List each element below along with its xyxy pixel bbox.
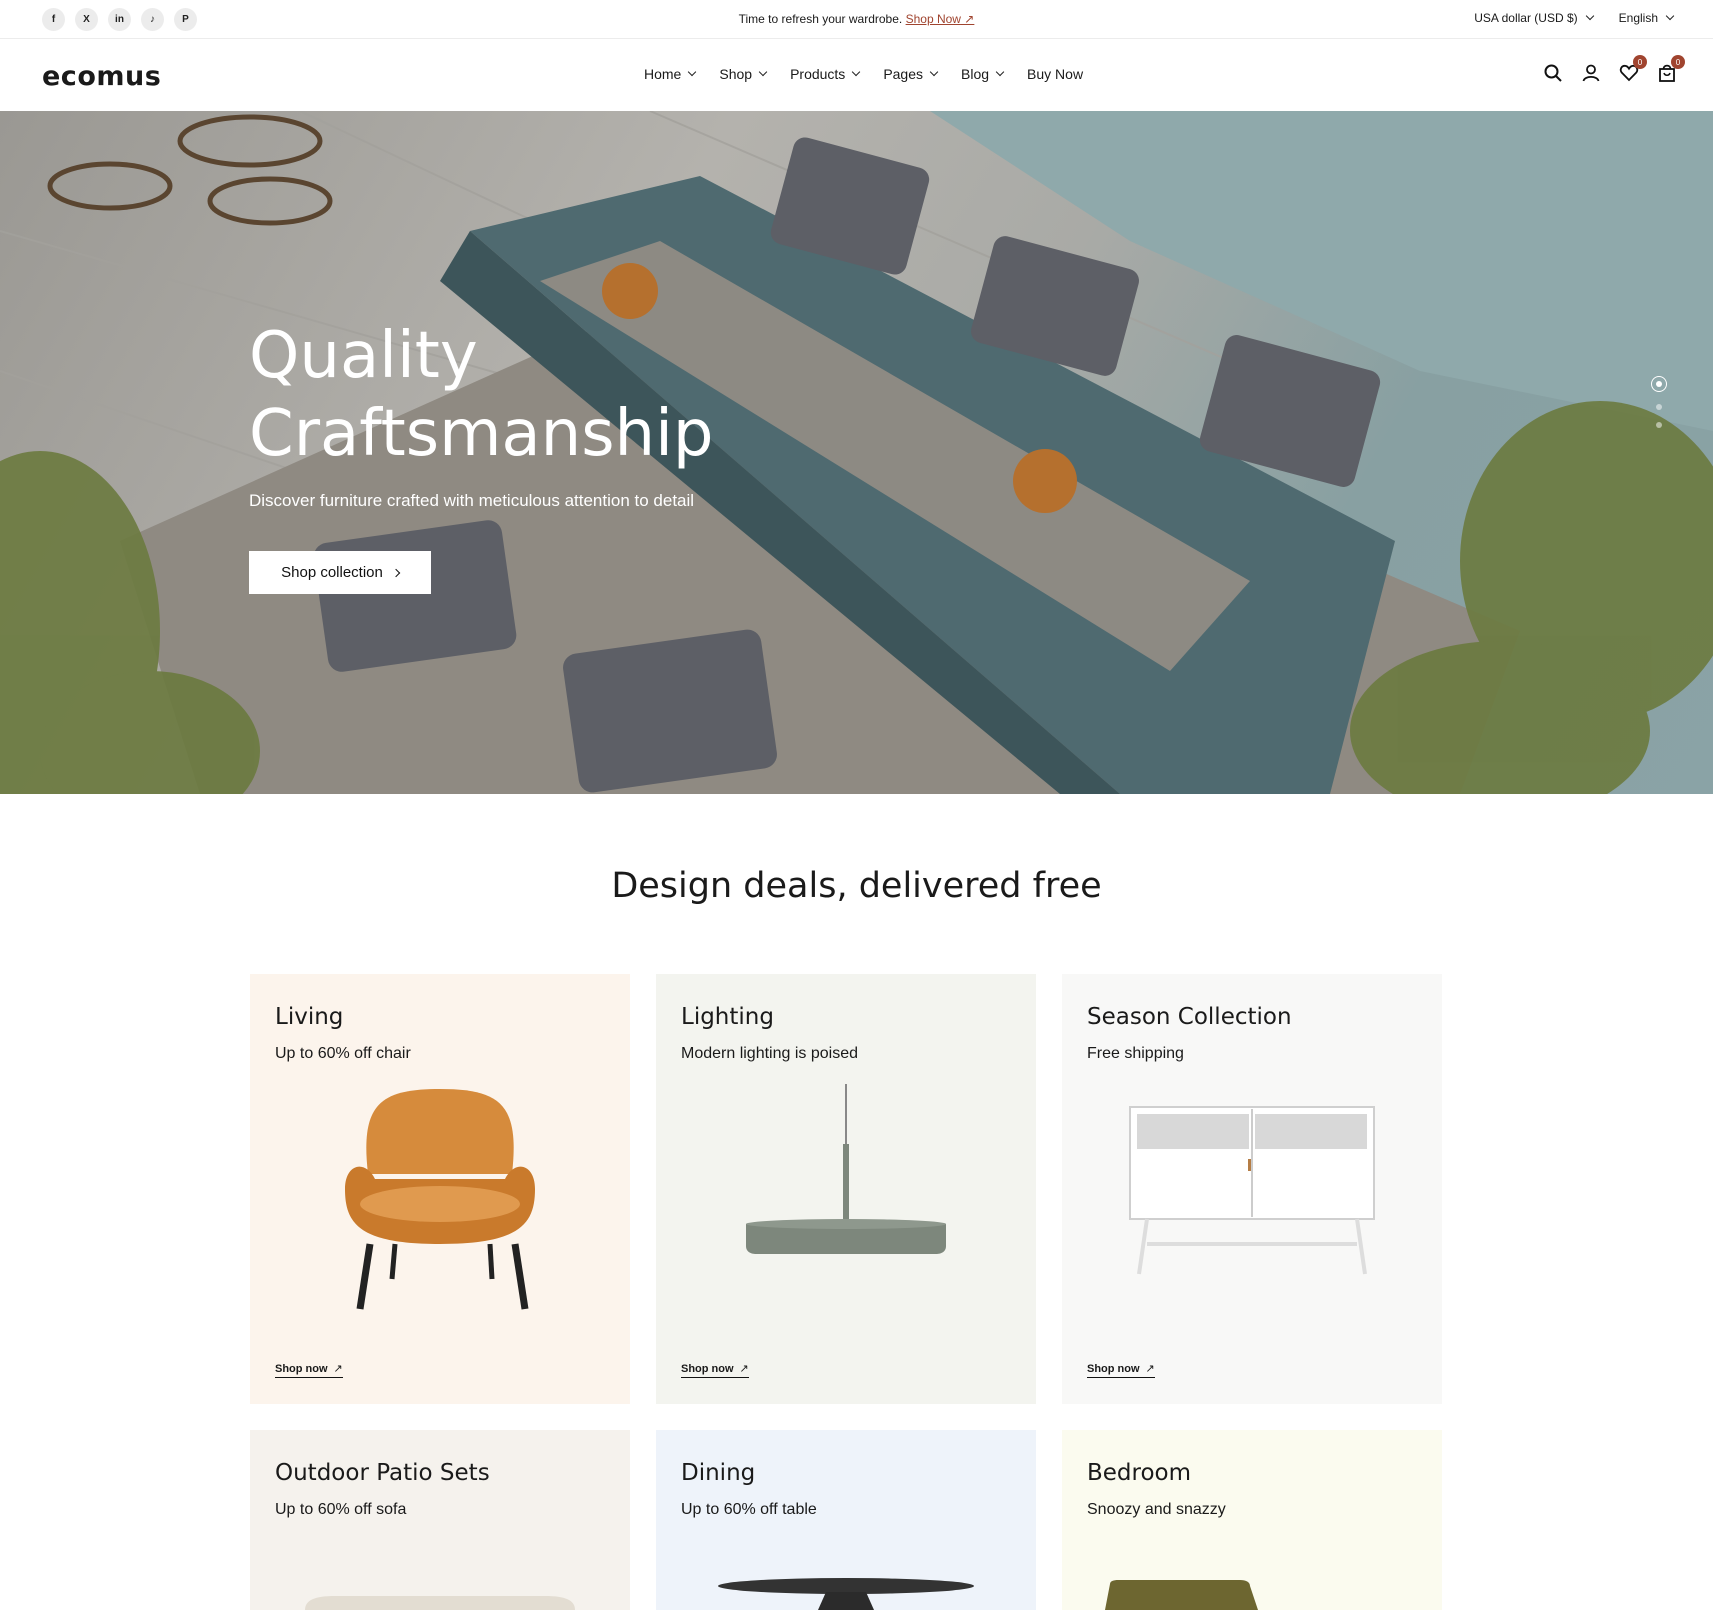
chevron-down-icon	[929, 67, 939, 77]
card-title: Season Collection	[1087, 1004, 1292, 1030]
slide-dot[interactable]	[1651, 376, 1667, 392]
chevron-down-icon	[758, 67, 768, 77]
hero-subtitle: Discover furniture crafted with meticulo…	[249, 491, 695, 510]
nav-item-buy-now[interactable]: Buy Now	[1027, 66, 1083, 82]
hero-title-line-2: Craftsmanship	[249, 397, 714, 471]
nav-item-home[interactable]: Home	[644, 66, 697, 82]
account-icon[interactable]	[1581, 63, 1601, 83]
nav-item-products[interactable]: Products	[790, 66, 861, 82]
card-subtitle: Snoozy and snazzy	[1087, 1501, 1226, 1518]
card-subtitle: Modern lighting is poised	[681, 1045, 858, 1062]
dining-table-image	[718, 1578, 974, 1610]
nav-item-pages[interactable]: Pages	[883, 66, 939, 82]
category-card-lighting[interactable]: Lighting Modern lighting is poised Shop …	[656, 974, 1036, 1404]
hero-title-line-1: Quality	[249, 319, 478, 393]
wishlist-count-badge: 0	[1633, 55, 1647, 69]
card-title: Living	[275, 1004, 344, 1030]
card-title: Lighting	[681, 1004, 774, 1030]
header-actions: 0 0	[1543, 55, 1685, 83]
category-card-outdoor-patio-sets[interactable]: Outdoor Patio Sets Up to 60% off sofa	[250, 1430, 630, 1610]
pendant-lamp-image	[746, 1084, 946, 1254]
hero-title: Quality Craftsmanship	[249, 317, 714, 473]
site-header: ecomus Home Shop Products Pages Blog Buy…	[0, 39, 1713, 111]
nav-item-blog[interactable]: Blog	[961, 66, 1005, 82]
chevron-down-icon	[852, 67, 861, 77]
logo[interactable]: ecomus	[42, 61, 161, 92]
locale-selectors: USA dollar (USD $) English	[1474, 11, 1675, 25]
chevron-down-icon	[1585, 11, 1594, 21]
section-title: Design deals, delivered free	[611, 866, 1102, 906]
chevron-down-icon	[995, 67, 1005, 77]
card-title: Bedroom	[1087, 1460, 1192, 1486]
language-label: English	[1618, 11, 1658, 25]
shop-collection-label: Shop collection	[281, 564, 383, 581]
announcement-bar: f X in ♪ P Time to refresh your wardrobe…	[0, 0, 1713, 39]
announcement-shop-now-link[interactable]: Shop Now ↗	[906, 12, 975, 26]
card-title: Dining	[681, 1460, 756, 1486]
category-card-season-collection[interactable]: Season Collection Free shipping Shop now…	[1062, 974, 1442, 1404]
announcement: Time to refresh your wardrobe. Shop Now …	[0, 12, 1713, 26]
card-title: Outdoor Patio Sets	[275, 1460, 490, 1486]
currency-selector[interactable]: USA dollar (USD $)	[1474, 11, 1594, 25]
hero-banner: Quality Craftsmanship Discover furniture…	[0, 111, 1713, 794]
sofa-image	[305, 1596, 575, 1610]
announcement-text: Time to refresh your wardrobe.	[738, 12, 903, 26]
chevron-down-icon	[688, 67, 697, 77]
main-nav: Home Shop Products Pages Blog Buy Now	[644, 66, 1083, 82]
category-card-living[interactable]: Living Up to 60% off chair Shop now ↗	[250, 974, 630, 1404]
currency-label: USA dollar (USD $)	[1474, 11, 1578, 25]
language-selector[interactable]: English	[1618, 11, 1675, 25]
armchair-image	[1105, 1580, 1258, 1610]
category-card-dining[interactable]: Dining Up to 60% off table	[656, 1430, 1036, 1610]
card-subtitle: Free shipping	[1087, 1045, 1184, 1062]
shop-now-link[interactable]: Shop now ↗	[681, 1362, 749, 1378]
card-subtitle: Up to 60% off chair	[275, 1045, 411, 1062]
shop-now-link[interactable]: Shop now ↗	[275, 1362, 343, 1378]
cart-icon[interactable]: 0	[1657, 55, 1685, 83]
sideboard-image	[1129, 1106, 1375, 1275]
slide-dot[interactable]	[1656, 404, 1662, 410]
search-icon[interactable]	[1543, 63, 1563, 83]
cart-count-badge: 0	[1671, 55, 1685, 69]
nav-item-shop[interactable]: Shop	[719, 66, 768, 82]
chevron-right-icon	[391, 568, 401, 577]
card-subtitle: Up to 60% off table	[681, 1501, 817, 1518]
chair-image	[345, 1089, 535, 1310]
card-subtitle: Up to 60% off sofa	[275, 1501, 407, 1518]
shop-now-link[interactable]: Shop now ↗	[1087, 1362, 1155, 1378]
wishlist-icon[interactable]: 0	[1619, 55, 1647, 83]
chevron-down-icon	[1665, 11, 1675, 21]
slider-pagination	[1651, 376, 1667, 428]
shop-collection-button[interactable]: Shop collection	[249, 551, 431, 594]
slide-dot[interactable]	[1656, 422, 1662, 428]
category-card-bedroom[interactable]: Bedroom Snoozy and snazzy	[1062, 1430, 1442, 1610]
